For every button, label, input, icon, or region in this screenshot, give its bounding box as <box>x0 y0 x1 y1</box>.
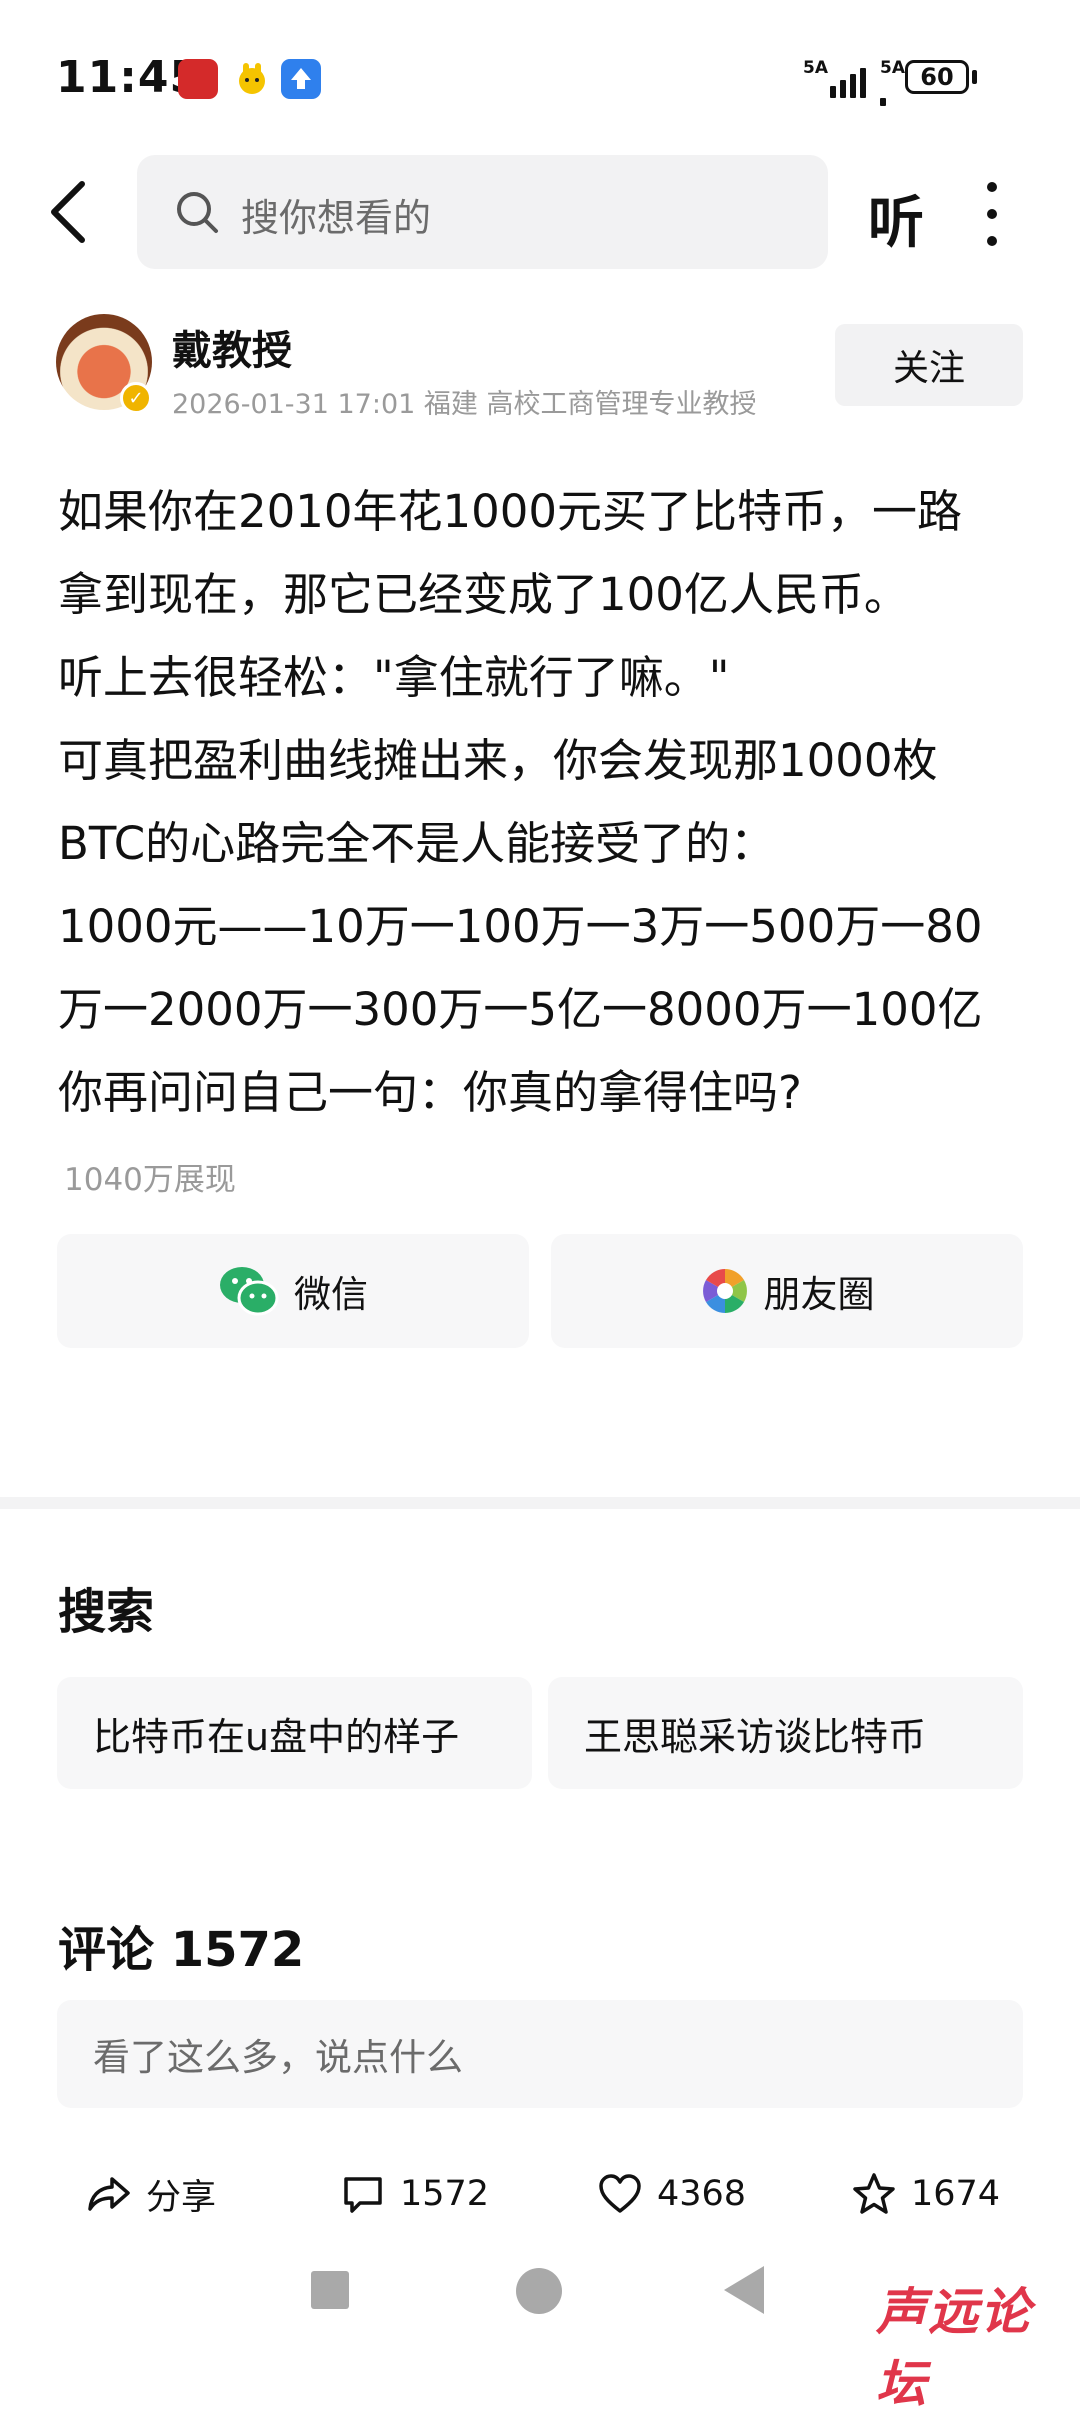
signal-bars-1 <box>830 62 866 98</box>
status-bar: 11:45 5A 5A 60 <box>0 0 1080 150</box>
battery-nub <box>972 70 977 84</box>
section-divider <box>0 1497 1080 1509</box>
battery-level: 60 <box>920 63 954 91</box>
search-section-title: 搜索 <box>58 1584 155 1640</box>
follow-button[interactable]: 关注 <box>835 324 1023 406</box>
listen-button[interactable]: 听 <box>868 178 924 259</box>
home-nav-icon[interactable] <box>516 2268 562 2314</box>
share-wechat-button[interactable]: 微信 <box>57 1234 529 1348</box>
related-search-item[interactable]: 王思聪采访谈比特币 <box>548 1677 1023 1789</box>
post-line: 听上去很轻松："拿住就行了嘛。" <box>58 651 730 704</box>
search-placeholder: 搜你想看的 <box>241 196 432 240</box>
post-line: 可真把盈利曲线摊出来，你会发现那1000枚 <box>58 734 938 787</box>
post-line: 1000元——10万一100万一3万一500万一80 <box>58 900 983 953</box>
related-search-item[interactable]: 比特币在u盘中的样子 <box>57 1677 532 1789</box>
share-label: 分享 <box>146 2177 217 2218</box>
verified-badge-icon: ✓ <box>120 382 152 414</box>
comment-input[interactable]: 看了这么多，说点什么 <box>57 2000 1023 2108</box>
battery-icon: 60 <box>905 60 969 94</box>
comments-title: 评论 1572 <box>58 1922 305 1978</box>
share-moments-label: 朋友圈 <box>763 1273 875 1316</box>
share-wechat-label: 微信 <box>294 1273 368 1316</box>
signal-bars-2 <box>880 70 886 106</box>
post-line: BTC的心路完全不是人能接受了的： <box>58 817 776 870</box>
post-line: 你再问问自己一句：你真的拿得住吗? <box>58 1066 802 1119</box>
mascot-app-icon <box>232 59 272 99</box>
author-name[interactable]: 戴教授 <box>172 318 292 376</box>
search-input[interactable]: 搜你想看的 <box>137 155 828 269</box>
signal-label-1: 5A <box>803 58 828 78</box>
citic-app-icon <box>178 59 218 99</box>
upload-app-icon <box>281 59 321 99</box>
back-icon[interactable] <box>40 172 100 252</box>
search-icon <box>174 189 220 235</box>
comment-button[interactable]: 1572 <box>340 2164 489 2224</box>
post-line: 如果你在2010年花1000元买了比特币，一路 <box>58 485 963 538</box>
star-icon <box>853 2173 895 2214</box>
post-line: 万一2000万一300万一5亿一8000万一100亿 <box>58 983 983 1036</box>
view-count: 1040万展现 <box>64 1162 236 1198</box>
recents-nav-icon[interactable] <box>311 2271 349 2309</box>
back-nav-icon[interactable] <box>724 2266 764 2314</box>
comment-icon <box>344 2177 382 2213</box>
post-meta: 2026-01-31 17:01 福建 高校工商管理专业教授 <box>172 389 757 420</box>
post-body: 如果你在2010年花1000元买了比特币，一路 拿到现在，那它已经变成了100亿… <box>58 470 1038 1134</box>
heart-icon <box>599 2174 641 2213</box>
share-moments-button[interactable]: 朋友圈 <box>551 1234 1023 1348</box>
more-icon[interactable] <box>984 182 1000 246</box>
share-button[interactable]: 分享 <box>86 2164 216 2224</box>
like-button[interactable]: 4368 <box>597 2164 746 2224</box>
post-line: 拿到现在，那它已经变成了100亿人民币。 <box>58 568 909 621</box>
like-count: 4368 <box>657 2174 747 2214</box>
watermark-logo: 声远论坛 <box>876 2283 1032 2413</box>
comment-count: 1572 <box>400 2174 490 2214</box>
share-icon <box>88 2177 130 2211</box>
wechat-icon <box>220 1267 279 1316</box>
favorite-count: 1674 <box>911 2174 1001 2214</box>
favorite-button[interactable]: 1674 <box>851 2164 1000 2224</box>
moments-icon <box>702 1269 747 1313</box>
